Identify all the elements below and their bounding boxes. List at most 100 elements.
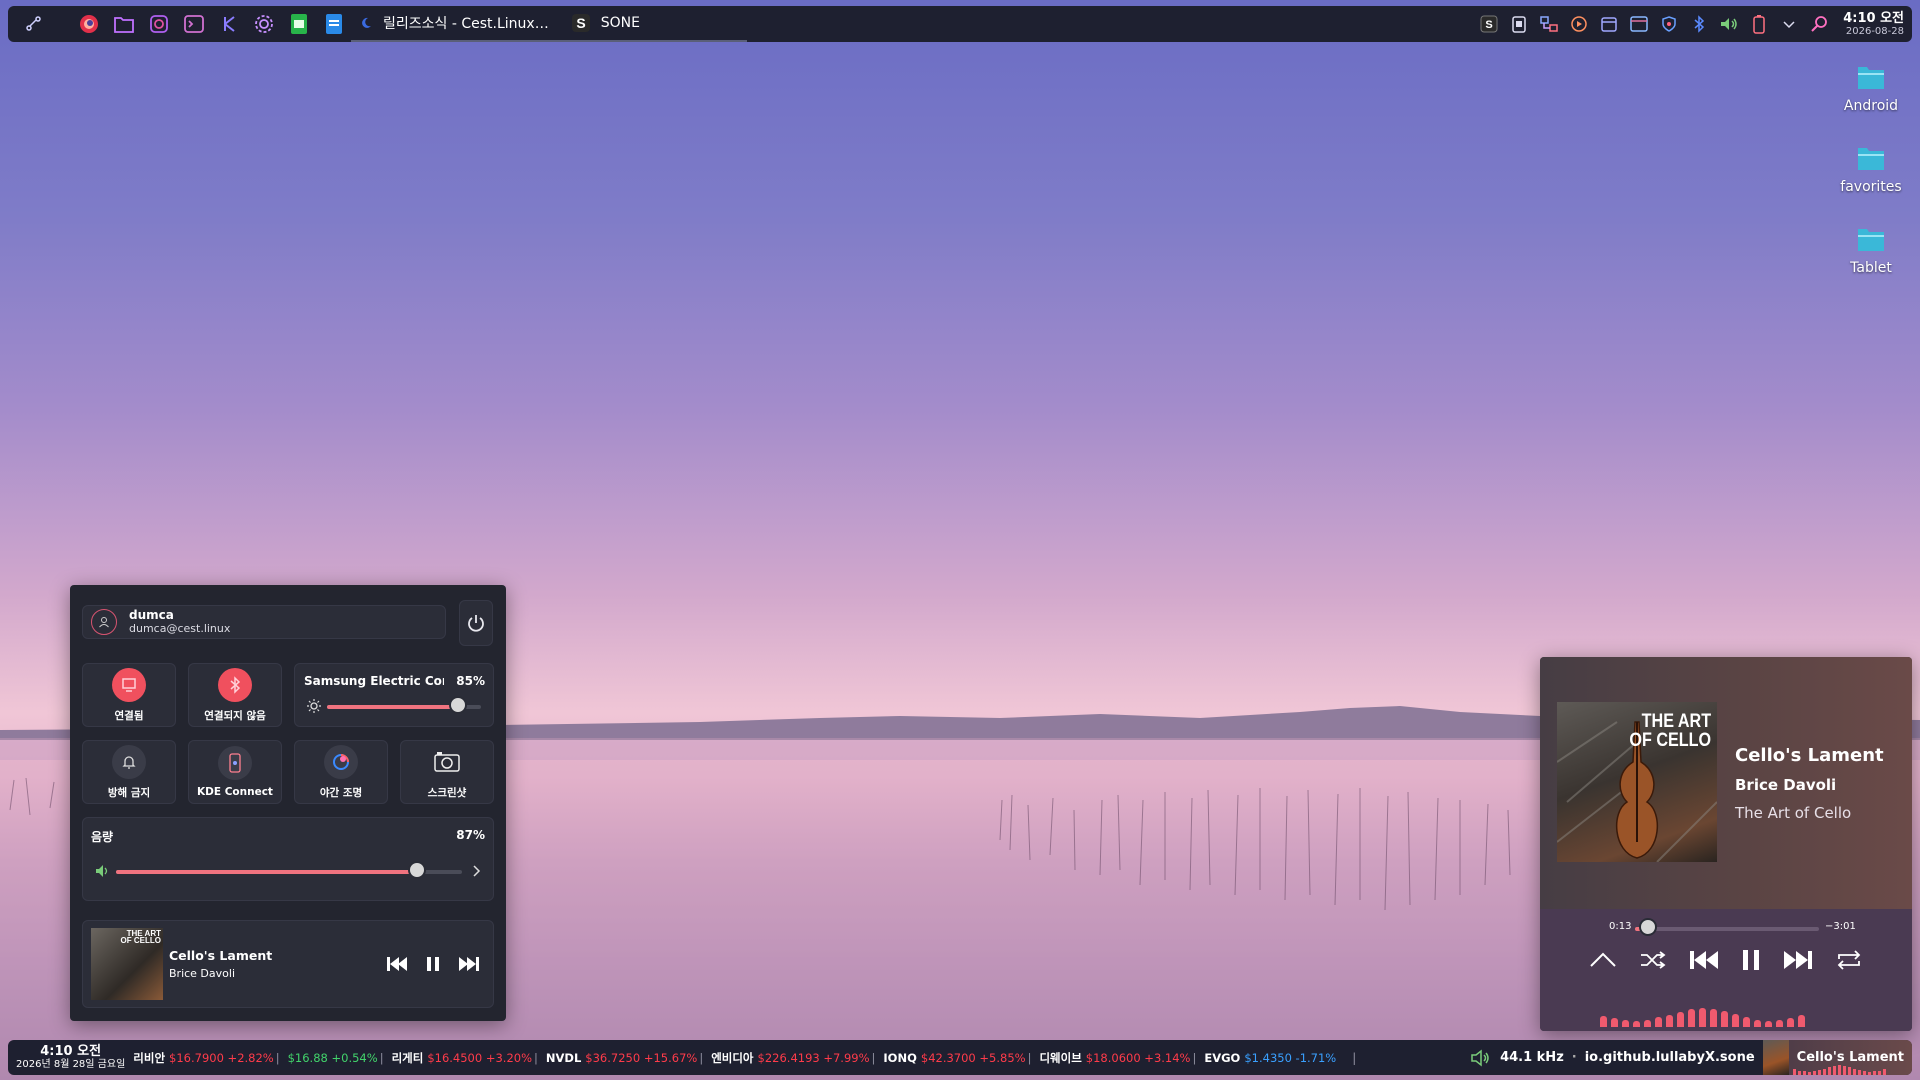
pause-icon xyxy=(1743,950,1759,970)
pause-button[interactable] xyxy=(423,954,443,974)
volume-icon[interactable] xyxy=(1470,1048,1492,1067)
network-label: 연결됨 xyxy=(114,709,144,722)
player-controls-area: 0:13 −3:01 xyxy=(1540,909,1912,1031)
desktop-icon-android[interactable]: Android xyxy=(1826,62,1916,114)
search-icon[interactable] xyxy=(1807,12,1831,36)
volume-icon[interactable] xyxy=(1717,12,1741,36)
seek-bar[interactable] xyxy=(1635,918,1819,936)
volume-slider[interactable] xyxy=(116,861,462,879)
writer-icon[interactable] xyxy=(316,6,351,42)
player-id: io.github.lullabyX.sone xyxy=(1584,1050,1755,1065)
media-tray-icon[interactable] xyxy=(1567,12,1591,36)
battery-icon[interactable] xyxy=(1747,12,1771,36)
chevron-up-icon xyxy=(1590,952,1616,967)
sample-rate: 44.1 kHz xyxy=(1500,1050,1564,1065)
desktop-icon-favorites[interactable]: favorites xyxy=(1826,143,1916,195)
ticker-separator: | xyxy=(1027,1050,1032,1065)
network-manager-icon[interactable] xyxy=(1537,12,1561,36)
files-icon[interactable] xyxy=(106,6,141,42)
equalizer-bar xyxy=(1743,1017,1750,1027)
clipboard-icon[interactable] xyxy=(1507,12,1531,36)
ticker-item[interactable]: $16.88 +0.54% | xyxy=(288,1051,392,1065)
now-playing-mini[interactable]: Cello's Lament xyxy=(1762,1040,1912,1075)
task-item-browser[interactable]: 릴리즈소식 - Cest.Linux… xyxy=(351,6,563,42)
equalizer-bar xyxy=(1644,1020,1651,1027)
mini-visualizer-bar xyxy=(1867,1072,1871,1075)
track-album: The Art of Cello xyxy=(1735,804,1852,822)
night-light-label: 야간 조명 xyxy=(319,786,363,799)
previous-track-button[interactable] xyxy=(1687,947,1721,973)
ticker-separator: | xyxy=(275,1050,280,1065)
equalizer-bar xyxy=(1688,1009,1695,1027)
screenshot-app-icon[interactable] xyxy=(141,6,176,42)
next-button[interactable] xyxy=(457,954,481,974)
user-card[interactable]: dumca dumca@cest.linux xyxy=(82,605,446,639)
kde-connect-toggle[interactable]: KDE Connect xyxy=(188,740,282,804)
speaker-icon[interactable] xyxy=(95,864,111,878)
calendar-tray-icon[interactable] xyxy=(1597,12,1621,36)
desktop-icon-tablet[interactable]: Tablet xyxy=(1826,224,1916,276)
ticker-item[interactable]: IONQ $42.3700 +5.85% | xyxy=(883,1051,1039,1065)
clock-date: 2026년 8월 28일 금요일 xyxy=(16,1059,126,1070)
ticker-item[interactable]: 리게티 $16.4500 +3.20% | xyxy=(392,1050,546,1066)
chevron-right-icon[interactable] xyxy=(471,864,481,878)
ticker-item[interactable]: 디웨이브 $18.0600 +3.14% | xyxy=(1039,1050,1204,1066)
mini-visualizer-bar xyxy=(1842,1066,1846,1075)
ticker-item[interactable]: 엔비디아 $226.4193 +7.99% | xyxy=(711,1050,883,1066)
ticker-item[interactable]: EVGO $1.4350 -1.71% xyxy=(1204,1051,1336,1065)
skip-back-icon xyxy=(387,957,407,971)
repeat-icon xyxy=(1837,950,1861,970)
desktop-icon-label: Android xyxy=(1843,98,1899,114)
vpn-shield-icon[interactable] xyxy=(1657,12,1681,36)
remaining-time: −3:01 xyxy=(1825,921,1856,932)
next-track-button[interactable] xyxy=(1781,947,1815,973)
mini-visualizer-bar xyxy=(1852,1069,1856,1075)
top-clock[interactable]: 4:10 오전 2026-08-28 xyxy=(1843,12,1904,37)
ticker-quote: $226.4193 +7.99% xyxy=(757,1050,870,1065)
desktop-icon-label: favorites xyxy=(1840,179,1902,195)
spreadsheet-icon[interactable] xyxy=(281,6,316,42)
play-pause-button[interactable] xyxy=(1739,947,1763,973)
sone-tray-icon[interactable]: S xyxy=(1477,12,1501,36)
user-email: dumca@cest.linux xyxy=(129,622,231,636)
chevron-down-icon[interactable] xyxy=(1777,12,1801,36)
ticker-symbol: IONQ xyxy=(883,1050,917,1065)
equalizer-bar xyxy=(1721,1011,1728,1027)
seek-bar-handle[interactable] xyxy=(1638,918,1657,936)
app-menu-icon[interactable] xyxy=(16,6,51,42)
previous-button[interactable] xyxy=(385,954,409,974)
mini-visualizer xyxy=(1792,1065,1886,1075)
settings-icon[interactable] xyxy=(246,6,281,42)
window-tray-icon[interactable] xyxy=(1627,12,1651,36)
mini-visualizer-bar xyxy=(1822,1069,1826,1075)
system-tray: S 4:10 오전 2026-08-28 xyxy=(1477,12,1912,37)
bluetooth-toggle[interactable]: 연결되지 않음 xyxy=(188,663,282,727)
shuffle-button[interactable] xyxy=(1637,947,1669,973)
network-toggle[interactable]: 연결됨 xyxy=(82,663,176,727)
ticker-item[interactable]: NVDL $36.7250 +15.67% | xyxy=(546,1051,711,1065)
power-button[interactable] xyxy=(459,600,493,646)
terminal-icon[interactable] xyxy=(176,6,211,42)
repeat-button[interactable] xyxy=(1833,947,1865,973)
clock-date: 2026-08-28 xyxy=(1845,25,1904,37)
bottom-clock[interactable]: 4:10 오전 2026년 8월 28일 금요일 xyxy=(8,1045,133,1070)
ticker-item[interactable]: 리비안 $16.7900 +2.82% | xyxy=(133,1050,287,1066)
mini-visualizer-bar xyxy=(1817,1070,1821,1075)
dnd-toggle[interactable]: 방해 금지 xyxy=(82,740,176,804)
firefox-icon[interactable] xyxy=(71,6,106,42)
bluetooth-icon[interactable] xyxy=(1687,12,1711,36)
brightness-slider[interactable] xyxy=(327,696,481,714)
task-item-sone[interactable]: S SONE xyxy=(562,6,747,42)
expand-button[interactable] xyxy=(1587,947,1619,973)
control-center: dumca dumca@cest.linux 연결됨 연결되지 않음 Samsu… xyxy=(70,585,506,1021)
screenshot-toggle[interactable]: 스크린샷 xyxy=(400,740,494,804)
night-light-toggle[interactable]: 야간 조명 xyxy=(294,740,388,804)
equalizer-bar xyxy=(1600,1016,1607,1027)
task-label: 릴리즈소식 - Cest.Linux… xyxy=(383,16,549,32)
launcher-group xyxy=(8,6,351,42)
kate-icon[interactable] xyxy=(211,6,246,42)
brightness-slider-handle[interactable] xyxy=(448,696,467,714)
network-icon xyxy=(112,667,146,702)
volume-slider-handle[interactable] xyxy=(408,861,427,879)
equalizer-bar xyxy=(1699,1008,1706,1027)
